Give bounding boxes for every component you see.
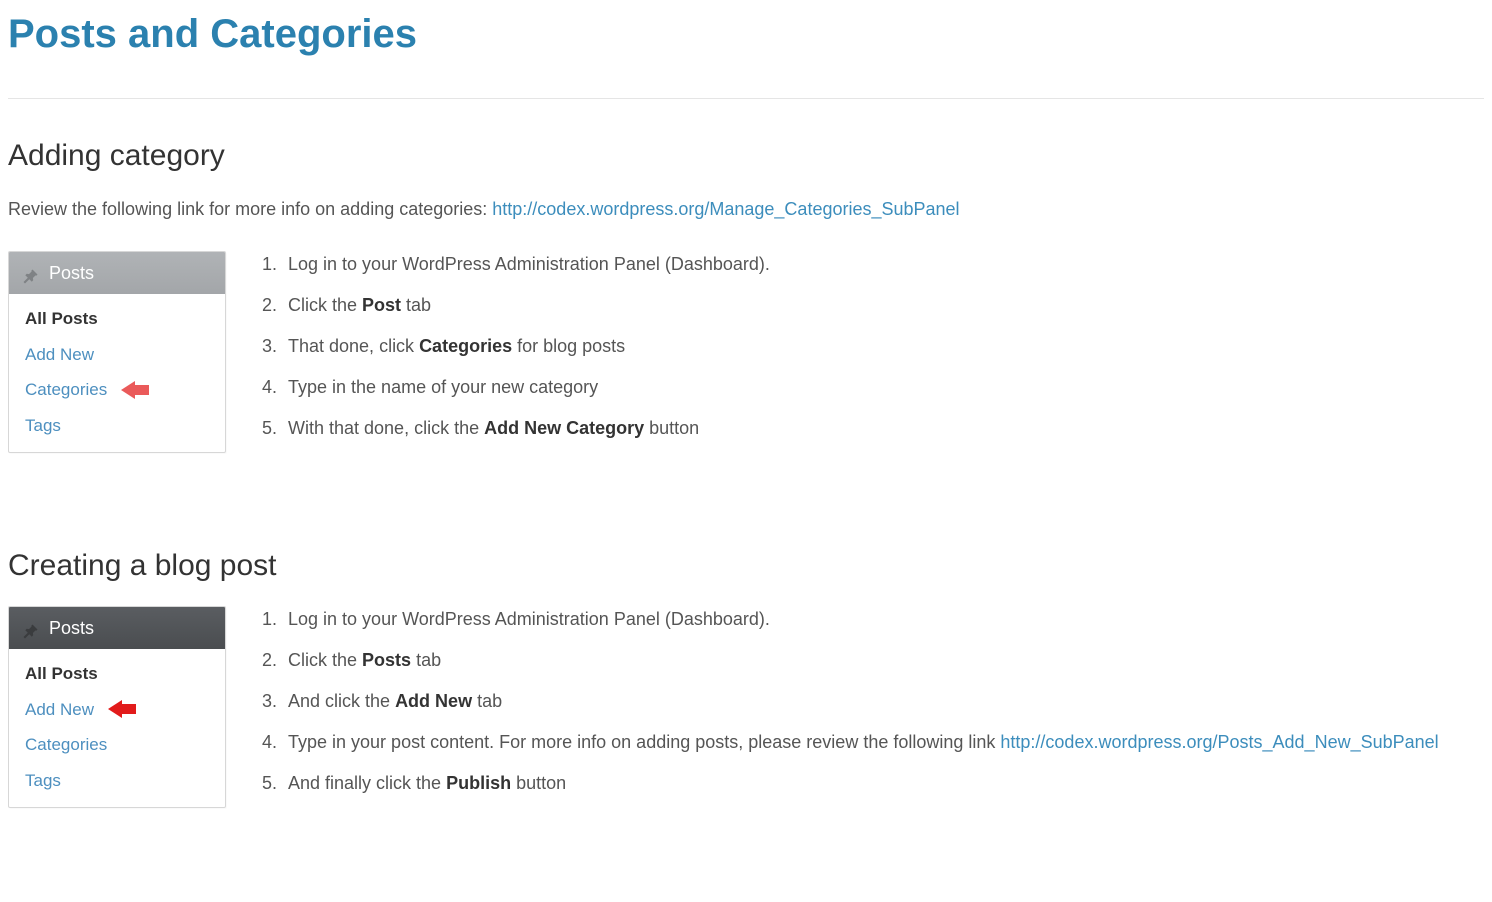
sidebar-screenshot-creating-post: Posts All Posts Add New Categories Tags: [8, 606, 226, 808]
sidebar-item-add-new: Add New: [25, 342, 209, 368]
step-item: That done, click Categories for blog pos…: [282, 333, 770, 360]
sidebar-item-add-new: Add New: [25, 697, 209, 723]
step-text: Type in your post content. For more info…: [288, 732, 1000, 752]
arrow-left-icon: [108, 700, 138, 718]
sidebar-item-label: Add New: [25, 697, 94, 723]
title-divider: [8, 98, 1484, 99]
sidebar-item-label: Add New: [25, 342, 94, 368]
section-row-adding-category: Posts All Posts Add New Categories Tags: [8, 251, 1484, 453]
step-text: button: [644, 418, 699, 438]
page-title: Posts and Categories: [8, 0, 1484, 80]
sidebar-item-all-posts: All Posts: [25, 306, 209, 332]
step-text: Click the: [288, 650, 362, 670]
sidebar-item-tags: Tags: [25, 413, 209, 439]
section-heading-creating-post: Creating a blog post: [8, 543, 1484, 588]
step-item: Log in to your WordPress Administration …: [282, 251, 770, 278]
intro-paragraph: Review the following link for more info …: [8, 196, 1484, 223]
arrow-left-icon: [121, 381, 151, 399]
sidebar-header-label: Posts: [49, 615, 94, 642]
steps-list-adding-category: Log in to your WordPress Administration …: [262, 251, 770, 442]
sidebar-item-label: All Posts: [25, 306, 98, 332]
step-item: Type in the name of your new category: [282, 374, 770, 401]
section-row-creating-post: Posts All Posts Add New Categories Tags: [8, 606, 1484, 808]
step-text: for blog posts: [512, 336, 625, 356]
intro-link-manage-categories[interactable]: http://codex.wordpress.org/Manage_Catego…: [492, 199, 959, 219]
sidebar-header-label: Posts: [49, 260, 94, 287]
step-item: Type in your post content. For more info…: [282, 729, 1439, 756]
step-text: That done, click: [288, 336, 419, 356]
step-text: tab: [411, 650, 441, 670]
step-item: Log in to your WordPress Administration …: [282, 606, 1439, 633]
intro-text: Review the following link for more info …: [8, 199, 492, 219]
step-bold: Publish: [446, 773, 511, 793]
sidebar-item-tags: Tags: [25, 768, 209, 794]
step-text: And finally click the: [288, 773, 446, 793]
sidebar-header-posts: Posts: [9, 252, 225, 294]
pin-icon: [23, 265, 39, 281]
sidebar-screenshot-adding-category: Posts All Posts Add New Categories Tags: [8, 251, 226, 453]
step-text: tab: [401, 295, 431, 315]
step-text: And click the: [288, 691, 395, 711]
step-bold: Add New: [395, 691, 472, 711]
step-text: Click the: [288, 295, 362, 315]
sidebar-item-label: All Posts: [25, 661, 98, 687]
sidebar-item-categories: Categories: [25, 732, 209, 758]
step-item: Click the Posts tab: [282, 647, 1439, 674]
sidebar-item-categories: Categories: [25, 377, 209, 403]
step-bold: Post: [362, 295, 401, 315]
step-bold: Posts: [362, 650, 411, 670]
pin-icon: [23, 620, 39, 636]
sidebar-item-label: Categories: [25, 377, 107, 403]
step-item: Click the Post tab: [282, 292, 770, 319]
step-item: With that done, click the Add New Catego…: [282, 415, 770, 442]
step-item: And finally click the Publish button: [282, 770, 1439, 797]
sidebar-header-posts: Posts: [9, 607, 225, 649]
sidebar-item-label: Tags: [25, 768, 61, 794]
step-text: button: [511, 773, 566, 793]
step-text: tab: [472, 691, 502, 711]
step-bold: Categories: [419, 336, 512, 356]
sidebar-item-all-posts: All Posts: [25, 661, 209, 687]
step-bold: Add New Category: [484, 418, 644, 438]
steps-list-creating-post: Log in to your WordPress Administration …: [262, 606, 1439, 797]
step-text: With that done, click the: [288, 418, 484, 438]
sidebar-item-label: Tags: [25, 413, 61, 439]
section-heading-adding-category: Adding category: [8, 133, 1484, 178]
sidebar-item-label: Categories: [25, 732, 107, 758]
step-item: And click the Add New tab: [282, 688, 1439, 715]
step-link-posts-add-new[interactable]: http://codex.wordpress.org/Posts_Add_New…: [1000, 732, 1438, 752]
